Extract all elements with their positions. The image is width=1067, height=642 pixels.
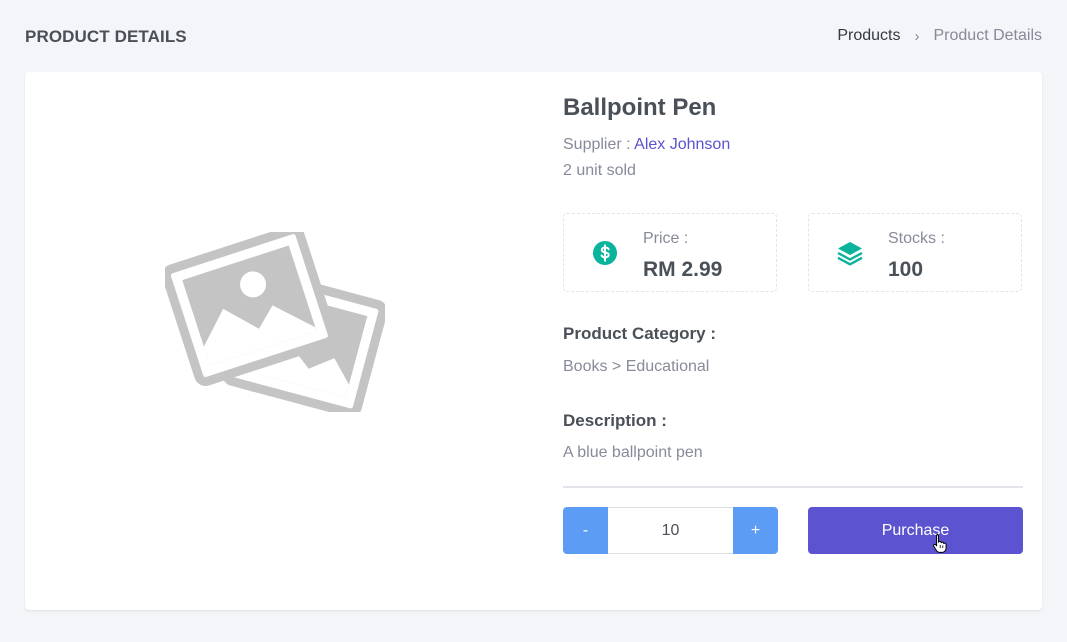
decrease-quantity-button[interactable]: - xyxy=(563,507,608,554)
category-value: Books > Educational xyxy=(563,358,710,375)
breadcrumb-current: Product Details xyxy=(933,27,1043,44)
stock-box: Stocks : 100 xyxy=(808,213,1022,292)
product-card: Ballpoint Pen Supplier : Alex Johnson 2 … xyxy=(25,72,1042,610)
supplier-line: Supplier : Alex Johnson xyxy=(563,136,730,154)
category-title: Product Category : xyxy=(563,324,717,343)
image-placeholder-icon xyxy=(165,232,385,412)
supplier-link[interactable]: Alex Johnson xyxy=(634,136,730,153)
stock-value: 100 xyxy=(888,258,924,281)
divider xyxy=(563,486,1023,488)
units-sold: 2 unit sold xyxy=(563,162,636,179)
description-title: Description : xyxy=(563,411,667,430)
breadcrumb-separator: › xyxy=(914,27,920,45)
hand-cursor-icon xyxy=(933,534,947,553)
description-value: A blue ballpoint pen xyxy=(563,444,703,461)
quantity-input[interactable] xyxy=(608,507,733,554)
breadcrumb-products-link[interactable]: Products xyxy=(837,27,900,45)
price-label: Price : xyxy=(643,230,689,247)
supplier-label: Supplier : xyxy=(563,136,631,153)
increase-quantity-button[interactable]: + xyxy=(733,507,778,554)
product-name: Ballpoint Pen xyxy=(563,94,717,121)
stock-label: Stocks : xyxy=(888,230,945,247)
stack-layers-icon xyxy=(837,242,863,266)
price-value: RM 2.99 xyxy=(643,258,723,281)
price-box: Price : RM 2.99 xyxy=(563,213,777,292)
dollar-circle-icon xyxy=(593,241,617,265)
page-title: PRODUCT DETAILS xyxy=(25,27,187,46)
purchase-button[interactable]: Purchase xyxy=(808,507,1023,554)
quantity-stepper: - + xyxy=(563,507,778,554)
breadcrumb: Products › Product Details xyxy=(837,27,1042,45)
